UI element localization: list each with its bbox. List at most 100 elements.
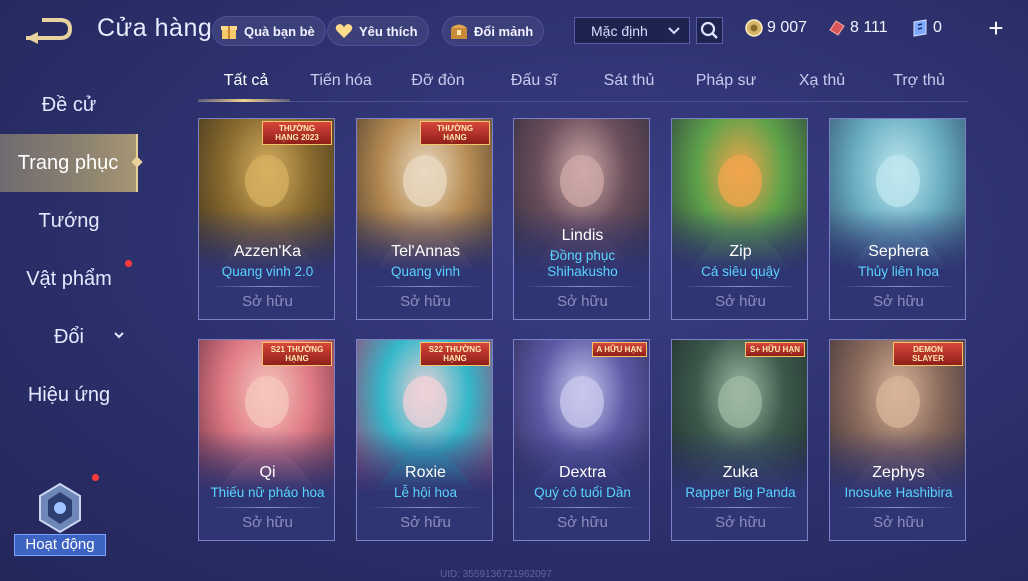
hero-name: Tel'Annas bbox=[391, 243, 460, 260]
ownership-status: Sở hữu bbox=[557, 514, 608, 531]
skin-name: Rapper Big Panda bbox=[685, 485, 796, 500]
tab-mage[interactable]: Pháp sư bbox=[678, 72, 774, 90]
skin-name: Thủy liên hoa bbox=[857, 264, 940, 279]
notification-dot bbox=[125, 260, 132, 267]
skin-card[interactable]: Zip Cá siêu quậy Sở hữu bbox=[671, 118, 808, 320]
shard-exchange-label: Đổi mảnh bbox=[474, 23, 534, 39]
ticket-value: 0 bbox=[933, 19, 942, 36]
sidebar-item-label: Đổi bbox=[53, 325, 84, 348]
back-arrow-icon bbox=[26, 18, 73, 44]
skin-name: Đồng phục Shihakusho bbox=[547, 248, 618, 279]
tab-tank[interactable]: Đỡ đòn bbox=[390, 72, 486, 90]
favorites-button[interactable]: Yêu thích bbox=[327, 16, 429, 46]
skin-name: Lễ hội hoa bbox=[393, 485, 458, 500]
hero-name: Roxie bbox=[405, 464, 446, 481]
search-button[interactable] bbox=[696, 17, 723, 44]
ownership-status: Sở hữu bbox=[242, 293, 293, 310]
sidebar-item-effects[interactable]: Hiệu ứng bbox=[0, 366, 138, 424]
sidebar-item-label: Đề cử bbox=[41, 93, 97, 116]
skin-name: Thiếu nữ pháo hoa bbox=[210, 485, 325, 500]
hero-name: Qi bbox=[259, 464, 276, 481]
search-icon bbox=[700, 21, 718, 39]
sidebar-item-items[interactable]: Vật phẩm bbox=[0, 250, 138, 308]
ownership-status: Sở hữu bbox=[715, 293, 766, 310]
tab-label: Đỡ đòn bbox=[411, 72, 465, 89]
rank-badge: A HỮU HẠN bbox=[591, 342, 647, 357]
sidebar-item-label: Tướng bbox=[38, 209, 100, 232]
card-divider bbox=[840, 507, 957, 508]
card-divider bbox=[209, 286, 326, 287]
user-id: UID: 3559136721962097 bbox=[440, 569, 552, 580]
voucher-value: 8 111 bbox=[850, 19, 888, 36]
card-divider bbox=[682, 286, 799, 287]
sidebar-item-heroes[interactable]: Tướng bbox=[0, 192, 138, 250]
skin-card[interactable]: THƯỜNG HẠNG 2023 Azzen'Ka Quang vinh 2.0 Sở… bbox=[198, 118, 335, 320]
gold-coin-icon bbox=[745, 19, 763, 37]
card-divider bbox=[840, 286, 957, 287]
event-button[interactable]: Hoạt động bbox=[14, 474, 106, 558]
tab-marksman[interactable]: Xạ thủ bbox=[774, 72, 870, 90]
tab-all[interactable]: Tất cả bbox=[198, 72, 294, 90]
tab-label: Trợ thủ bbox=[893, 72, 945, 89]
tab-assassin[interactable]: Sát thủ bbox=[581, 72, 677, 90]
skin-grid: THƯỜNG HẠNG 2023 Azzen'Ka Quang vinh 2.0 Sở… bbox=[198, 118, 968, 581]
skin-name: Cá siêu quậy bbox=[701, 264, 780, 279]
hero-name: Zip bbox=[729, 243, 752, 260]
skin-card[interactable]: Sephera Thủy liên hoa Sở hữu bbox=[829, 118, 966, 320]
tab-label: Đấu sĩ bbox=[510, 72, 558, 89]
hero-name: Dextra bbox=[558, 464, 607, 481]
rank-badge: S+ HỮU HẠN bbox=[745, 342, 805, 357]
tab-evolution[interactable]: Tiến hóa bbox=[293, 72, 389, 90]
notification-dot bbox=[92, 474, 99, 481]
rank-badge: THƯỜNG HẠNG bbox=[420, 121, 490, 145]
ticket-balance: 0 bbox=[910, 18, 942, 38]
friend-gift-button[interactable]: Quà bạn bè bbox=[212, 16, 326, 46]
tab-label: Tất cả bbox=[223, 72, 269, 89]
tab-support[interactable]: Trợ thủ bbox=[871, 72, 967, 90]
tab-fighter[interactable]: Đấu sĩ bbox=[486, 72, 582, 90]
skin-card[interactable]: DEMON SLAYER Zephys Inosuke Hashibira Sở hữ… bbox=[829, 339, 966, 541]
ownership-status: Sở hữu bbox=[242, 514, 293, 531]
ownership-status: Sở hữu bbox=[873, 514, 924, 531]
card-divider bbox=[367, 286, 484, 287]
sidebar-item-recommended[interactable]: Đề cử bbox=[0, 76, 138, 134]
tab-label: Sát thủ bbox=[603, 72, 655, 89]
card-divider bbox=[524, 286, 641, 287]
back-button[interactable] bbox=[22, 14, 74, 44]
ticket-icon bbox=[913, 19, 927, 37]
active-marker bbox=[131, 156, 143, 168]
gift-icon bbox=[221, 26, 237, 39]
card-divider bbox=[524, 507, 641, 508]
red-voucher-icon bbox=[829, 20, 845, 36]
sort-dropdown[interactable]: Mặc định bbox=[574, 17, 690, 44]
skin-card[interactable]: S21 THƯỜNG HẠNG Qi Thiếu nữ pháo hoa Sở hữu bbox=[198, 339, 335, 541]
shard-exchange-button[interactable]: Đổi mảnh bbox=[442, 16, 545, 46]
skin-card[interactable]: S22 THƯỜNG HẠNG Roxie Lễ hội hoa Sở hữu bbox=[356, 339, 493, 541]
tab-label: Tiến hóa bbox=[310, 72, 372, 89]
skin-name: Quý cô tuổi Dần bbox=[534, 485, 631, 500]
sort-selected-value: Mặc định bbox=[591, 22, 648, 39]
rank-badge: THƯỜNG HẠNG 2023 bbox=[262, 121, 332, 145]
skin-card[interactable]: THƯỜNG HẠNG Tel'Annas Quang vinh Sở hữu bbox=[356, 118, 493, 320]
ownership-status: Sở hữu bbox=[715, 514, 766, 531]
rank-badge: DEMON SLAYER bbox=[893, 342, 963, 366]
skin-card[interactable]: A HỮU HẠN Dextra Quý cô tuổi Dần Sở hữu bbox=[513, 339, 650, 541]
skin-name: Inosuke Hashibira bbox=[844, 485, 953, 500]
category-tabs: Tất cả Tiến hóa Đỡ đòn Đấu sĩ Sát thủ Ph… bbox=[198, 66, 968, 102]
ownership-status: Sở hữu bbox=[557, 293, 608, 310]
sidebar-item-skins[interactable]: Trang phục bbox=[0, 134, 143, 192]
skin-card[interactable]: Lindis Đồng phục Shihakusho Sở hữu bbox=[513, 118, 650, 320]
card-divider bbox=[367, 507, 484, 508]
skin-card[interactable]: S+ HỮU HẠN Zuka Rapper Big Panda Sở hữu bbox=[671, 339, 808, 541]
hero-name: Sephera bbox=[868, 243, 929, 260]
hero-name: Azzen'Ka bbox=[233, 243, 302, 260]
gold-balance: 9 007 bbox=[744, 18, 807, 38]
add-currency-button[interactable]: + bbox=[986, 15, 1006, 41]
hero-name: Lindis bbox=[561, 227, 604, 244]
tab-label: Xạ thủ bbox=[798, 72, 846, 89]
top-bar: Cửa hàng Quà bạn bè Yêu thích Đổi mảnh M… bbox=[0, 0, 1028, 60]
hero-name: Zuka bbox=[722, 464, 759, 481]
shop-screen: Cửa hàng Quà bạn bè Yêu thích Đổi mảnh M… bbox=[0, 0, 1028, 581]
sidebar-item-exchange[interactable]: Đổi bbox=[0, 308, 138, 366]
chevron-down-icon bbox=[668, 27, 680, 35]
